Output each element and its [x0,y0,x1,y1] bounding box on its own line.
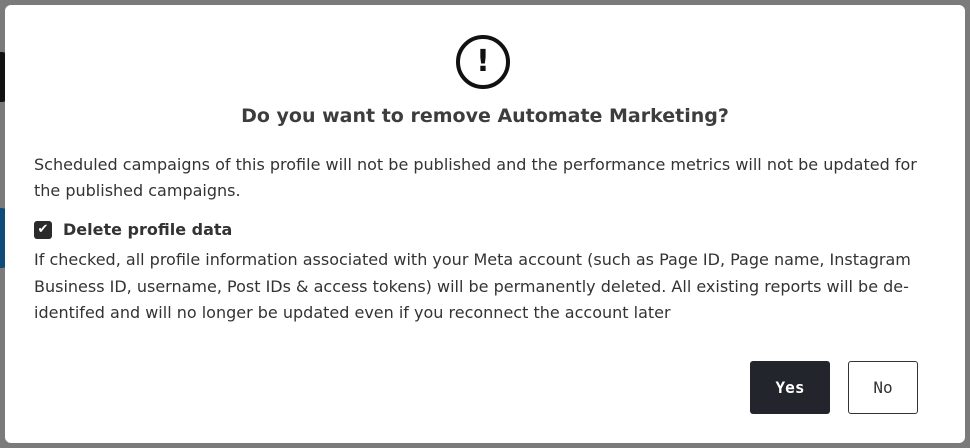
delete-data-note: If checked, all profile information asso… [34,250,911,322]
remove-profile-dialog: ! Do you want to remove Automate Marketi… [5,5,965,443]
dialog-title: Do you want to remove Automate Marketing… [241,105,729,127]
yes-button[interactable]: Yes [750,361,830,414]
delete-profile-data-option[interactable]: ✔ Delete profile data [34,220,232,239]
checkmark-icon: ✔ [37,222,49,237]
checkbox-label[interactable]: Delete profile data [63,220,232,239]
no-button[interactable]: No [848,361,918,414]
delete-profile-data-checkbox[interactable]: ✔ [34,220,52,239]
exclamation-icon: ! [456,35,510,89]
dialog-description: Scheduled campaigns of this profile will… [34,155,917,200]
